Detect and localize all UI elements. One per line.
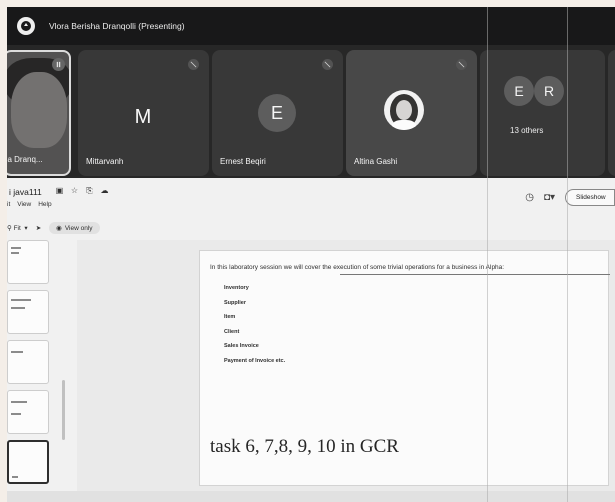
scan-line bbox=[487, 7, 488, 502]
avatar-initial: E bbox=[504, 76, 534, 106]
slide-task-text: task 6, 7,8, 9, 10 in GCR bbox=[210, 436, 399, 457]
menu-edit[interactable]: it bbox=[7, 201, 10, 208]
slide-filmstrip bbox=[7, 240, 65, 502]
meet-top-bar: Vlora Berisha Dranqolli (Presenting) bbox=[7, 7, 615, 45]
document-title[interactable]: i java111 bbox=[9, 187, 42, 197]
view-only-label: View only bbox=[64, 224, 93, 232]
slide-bullet-list: Inventory Supplier Item Client Sales Inv… bbox=[224, 285, 285, 372]
slide-canvas: In this laboratory session we will cover… bbox=[77, 240, 615, 502]
avatar-initial: R bbox=[534, 76, 564, 106]
bullet-item: Item bbox=[224, 314, 236, 320]
move-icon[interactable]: ⎘ bbox=[85, 186, 94, 195]
zoom-select[interactable]: ⚲ Fit ▾ bbox=[7, 224, 28, 232]
bullet-item: Supplier bbox=[224, 299, 247, 306]
bullet-item: Inventory bbox=[224, 285, 249, 291]
participant-tile-altina[interactable]: Altina Gashi bbox=[346, 50, 477, 176]
participant-name: Altina Gashi bbox=[354, 157, 398, 166]
toolbar: ⚲ Fit ▾ ➤ ◉ View only bbox=[7, 220, 615, 236]
presenting-icon bbox=[17, 17, 35, 35]
view-only-button[interactable]: ◉ View only bbox=[49, 222, 100, 234]
menu-bar: it View Help bbox=[7, 201, 52, 208]
bullet-item: Sales Invoice bbox=[224, 343, 259, 349]
cloud-icon: ☁ bbox=[100, 186, 109, 195]
slide-thumbnail-selected[interactable] bbox=[7, 440, 49, 484]
slide-thumbnail[interactable] bbox=[7, 340, 49, 384]
scan-line bbox=[567, 7, 568, 502]
avatar-initial: M bbox=[134, 105, 152, 128]
participant-name: ha Dranq... bbox=[7, 155, 43, 164]
mic-off-icon bbox=[188, 59, 199, 70]
slide-intro-text: In this laboratory session we will cover… bbox=[210, 264, 505, 271]
avatar-initial: E bbox=[258, 94, 296, 132]
slides-logo-icon: ▣ bbox=[55, 186, 64, 195]
slide-thumbnail[interactable] bbox=[7, 240, 49, 284]
slides-window: i java111 ▣ ☆ ⎘ ☁ it View Help ◷ ◘▾ Slid… bbox=[7, 178, 615, 502]
current-slide: In this laboratory session we will cover… bbox=[199, 250, 610, 497]
photo-frame: Vlora Berisha Dranqolli (Presenting) ha … bbox=[7, 7, 615, 502]
slide-underline bbox=[340, 274, 610, 275]
mic-off-icon bbox=[456, 59, 467, 70]
avatar-photo bbox=[384, 90, 424, 130]
title-bar: i java111 ▣ ☆ ⎘ ☁ it View Help ◷ ◘▾ Slid… bbox=[7, 183, 615, 211]
participant-tile-e[interactable]: E Ernest Beqiri bbox=[212, 50, 343, 176]
star-icon[interactable]: ☆ bbox=[70, 186, 79, 195]
bottom-strip bbox=[7, 491, 615, 502]
slide-thumbnail[interactable] bbox=[7, 390, 49, 434]
filmstrip-scrollbar[interactable] bbox=[62, 380, 65, 440]
slideshow-button[interactable]: Slideshow bbox=[565, 189, 615, 206]
presenter-label: Vlora Berisha Dranqolli (Presenting) bbox=[49, 21, 185, 31]
video-face bbox=[11, 72, 67, 148]
participant-tile-self[interactable]: ha Dranq... bbox=[7, 50, 71, 176]
others-tile[interactable]: E R 13 others bbox=[480, 50, 605, 176]
menu-help[interactable]: Help bbox=[38, 201, 51, 208]
zoom-value: Fit bbox=[13, 225, 21, 232]
eye-icon: ◉ bbox=[56, 225, 62, 232]
slide-thumbnail[interactable] bbox=[7, 290, 49, 334]
pin-icon[interactable] bbox=[52, 58, 65, 71]
mic-off-icon bbox=[322, 59, 333, 70]
others-count: 13 others bbox=[510, 126, 544, 135]
participant-name: Mittarvanh bbox=[86, 157, 124, 166]
participant-name: Ernest Beqiri bbox=[220, 157, 266, 166]
history-icon[interactable]: ◷ bbox=[525, 192, 534, 203]
participant-tile-m[interactable]: M Mittarvanh bbox=[78, 50, 209, 176]
overflow-tile bbox=[608, 50, 615, 176]
pointer-icon[interactable]: ➤ bbox=[36, 224, 41, 232]
bullet-item: Payment of Invoice etc. bbox=[224, 357, 286, 364]
participant-tiles: ha Dranq... M Mittarvanh E Ernest Beqiri bbox=[7, 50, 615, 178]
camera-icon[interactable]: ◘▾ bbox=[544, 192, 555, 203]
menu-view[interactable]: View bbox=[17, 201, 31, 208]
bullet-item: Client bbox=[224, 328, 240, 335]
